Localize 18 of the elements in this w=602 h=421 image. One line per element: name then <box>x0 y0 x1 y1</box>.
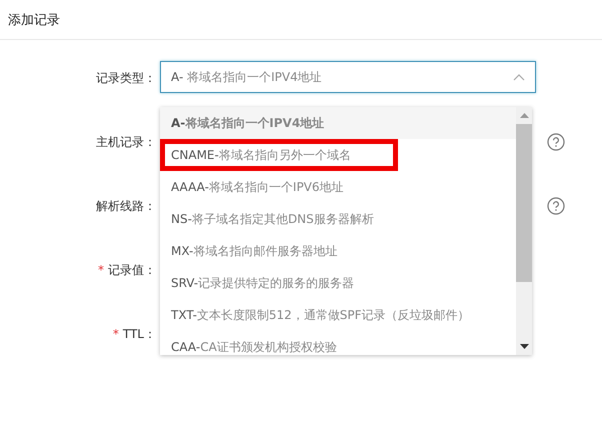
caret-icon <box>513 73 525 81</box>
field-label: TTL： <box>122 326 156 342</box>
dialog-title: 添加记录 <box>8 12 60 28</box>
field-label: 解析线路： <box>96 198 156 214</box>
required-mark: * <box>98 263 104 277</box>
record-type-select[interactable]: A- 将域名指向一个IPV4地址 <box>160 61 536 93</box>
required-mark: * <box>112 327 119 341</box>
field-label: 主机记录： <box>96 134 156 150</box>
dropdown-option[interactable]: CAA-CA证书颁发机构授权校验 <box>160 331 516 355</box>
dropdown-option[interactable]: CNAME-将域名指向另外一个域名 <box>160 139 398 171</box>
field-label: 记录值： <box>108 262 156 278</box>
help-icon[interactable] <box>547 133 565 151</box>
help-icon[interactable] <box>547 197 565 215</box>
scroll-down-icon[interactable] <box>520 344 528 349</box>
dropdown-option[interactable]: A-将域名指向一个IPV4地址 <box>160 107 516 139</box>
scroll-up-icon[interactable] <box>520 113 528 118</box>
field-label: 记录类型： <box>96 70 156 86</box>
scrollbar-thumb[interactable] <box>516 124 532 282</box>
